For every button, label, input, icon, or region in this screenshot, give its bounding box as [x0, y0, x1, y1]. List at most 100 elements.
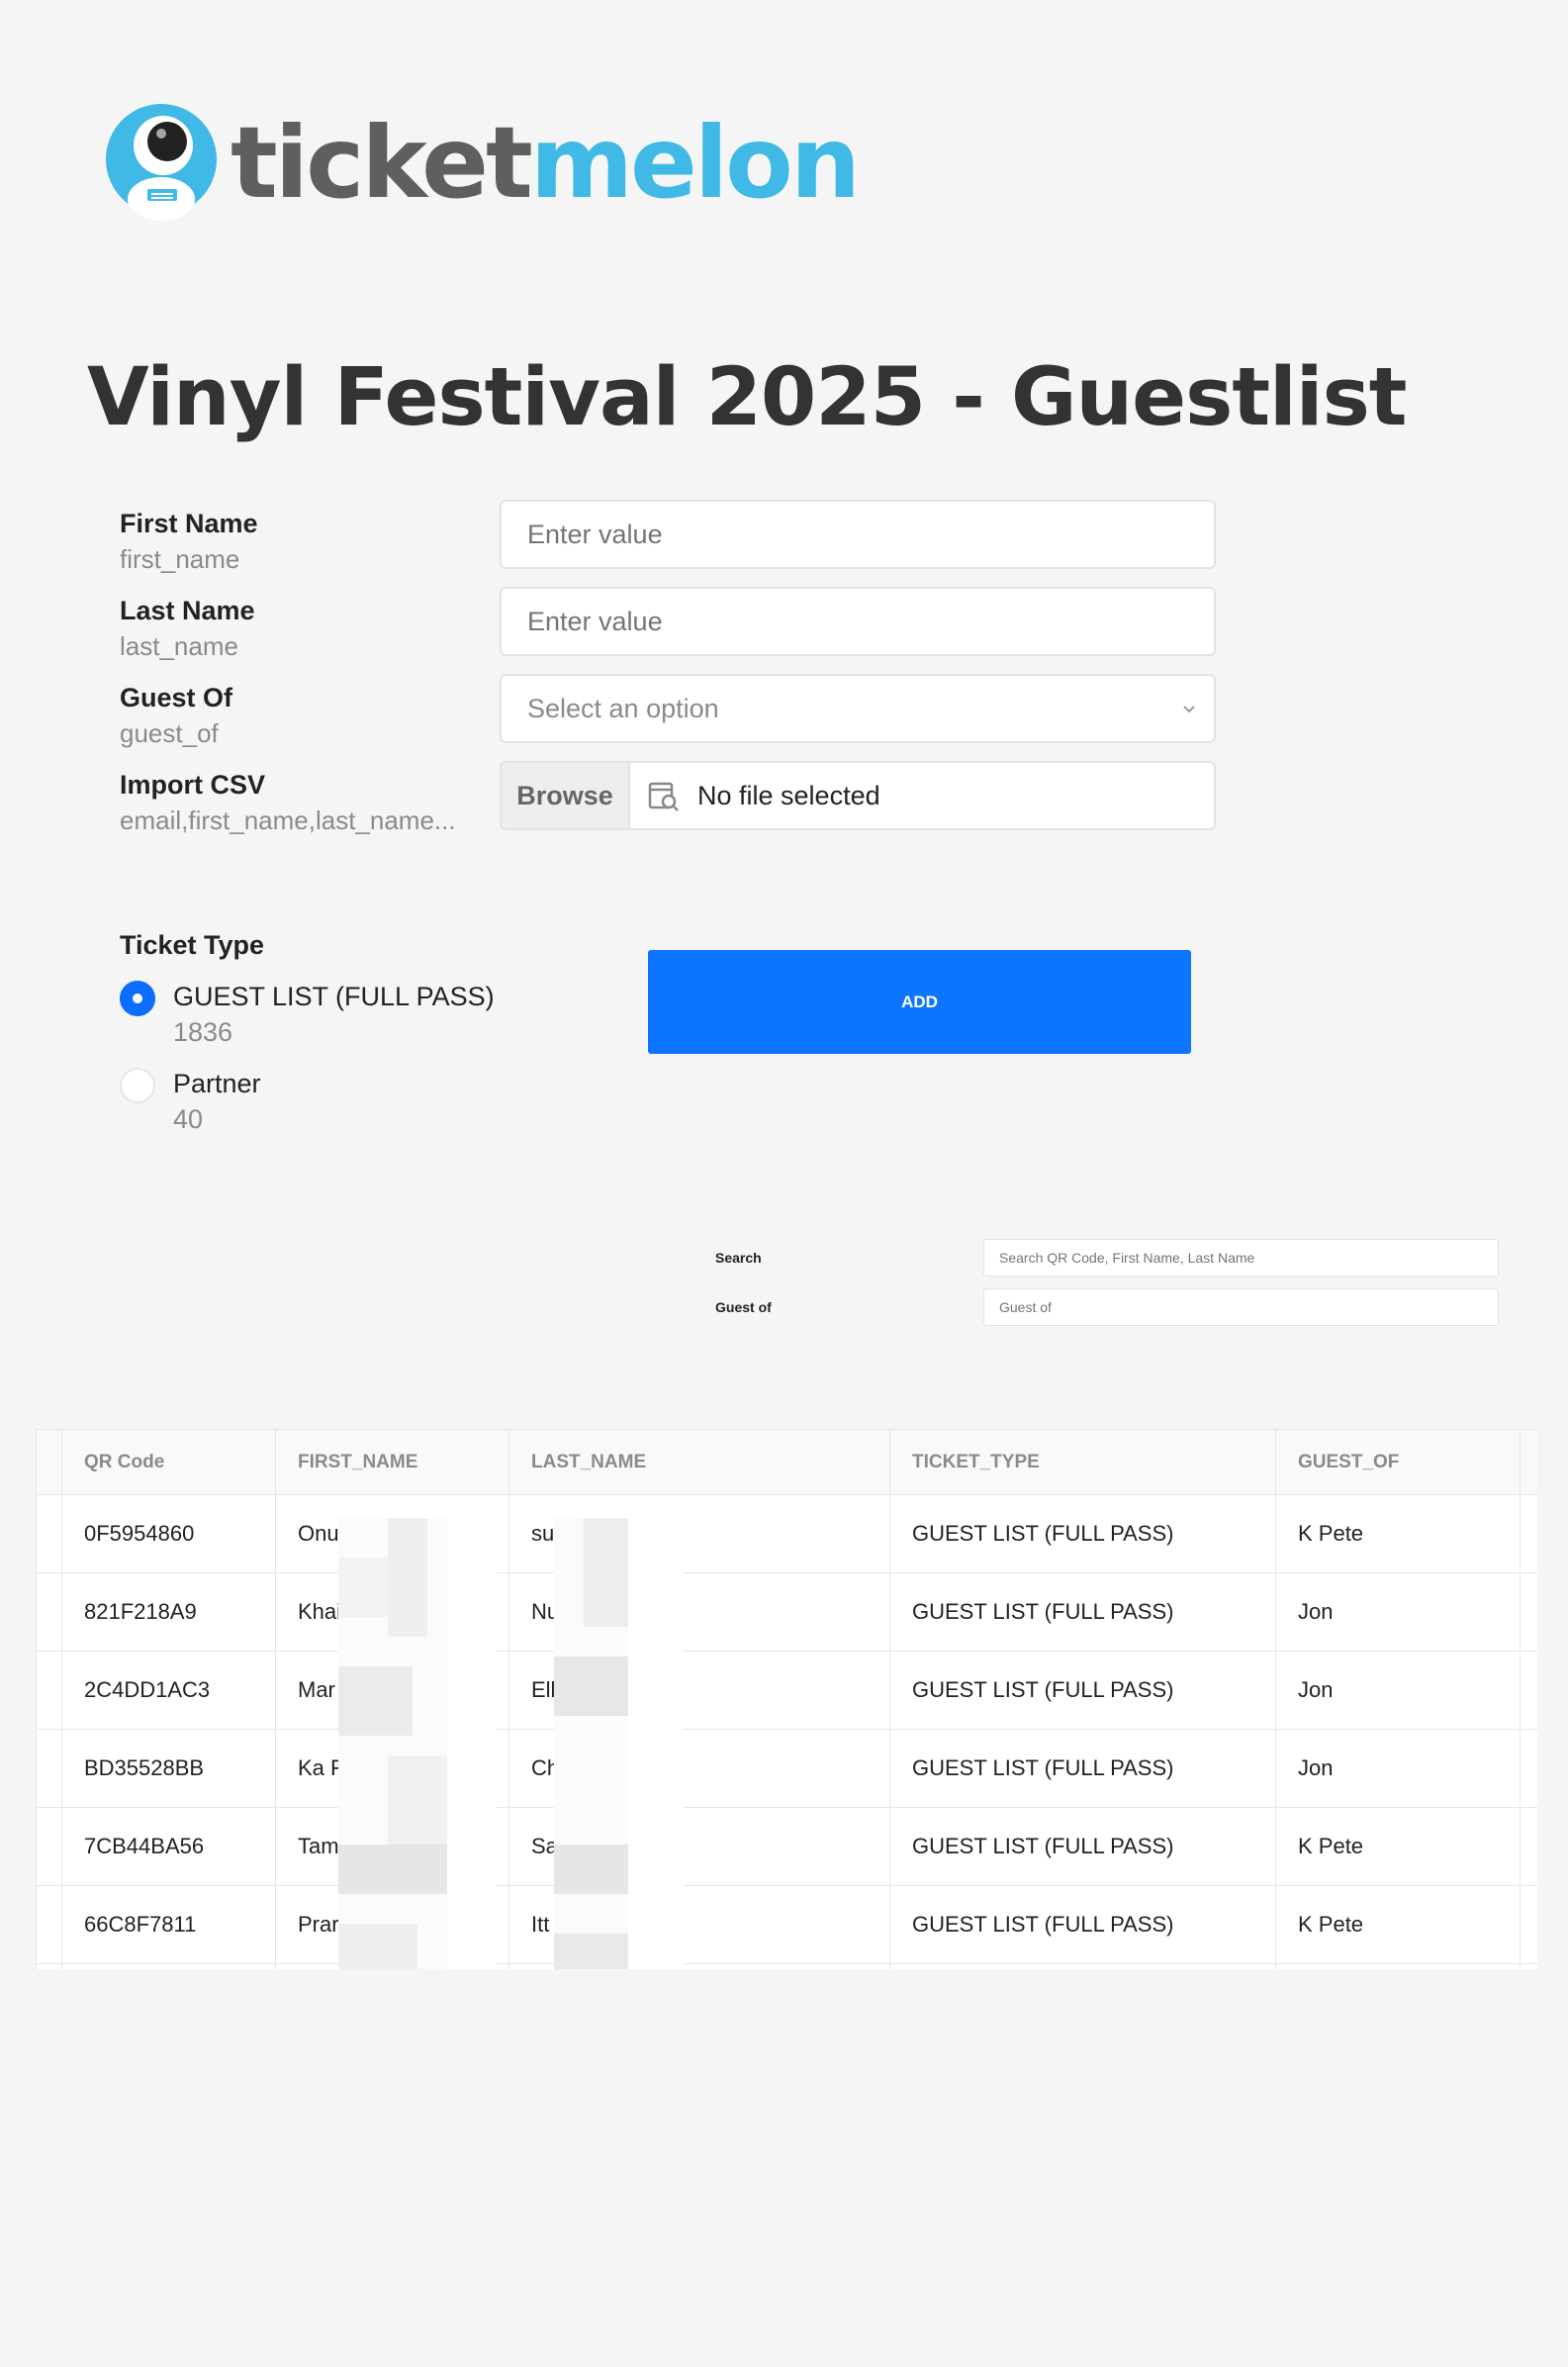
cell-ticket-type: GUEST LIST (FULL PASS) [889, 1885, 1276, 1964]
header-first-name[interactable]: FIRST_NAME [275, 1429, 509, 1495]
row-spacer [36, 1572, 62, 1652]
row-spacer [1520, 1807, 1537, 1886]
cell-empty [275, 1963, 509, 1969]
cell-last-name: Sa [508, 1807, 890, 1886]
logo-wordmark: ticketmelon [231, 105, 861, 221]
table-header-row: QR Code FIRST_NAME LAST_NAME TICKET_TYPE… [36, 1429, 1537, 1495]
cell-last-name: Ch [508, 1729, 890, 1808]
first-name-hint: first_name [120, 544, 240, 574]
guest-of-select-placeholder: Select an option [527, 694, 719, 723]
cell-ticket-type: GUEST LIST (FULL PASS) [889, 1572, 1276, 1652]
row-spacer [36, 1807, 62, 1886]
guest-of-hint: guest_of [120, 718, 219, 748]
guest-table: QR Code FIRST_NAME LAST_NAME TICKET_TYPE… [36, 1429, 1537, 1969]
guest-of-row: Guest Of guest_of Select an option [120, 674, 1216, 754]
cell-first-name: Tam [275, 1807, 509, 1886]
cell-empty [61, 1963, 276, 1969]
radio-guest-list[interactable] [120, 981, 155, 1016]
cell-guest-of: Jon [1275, 1729, 1521, 1808]
table-row[interactable]: 821F218A9 Khai Nu GUEST LIST (FULL PASS)… [36, 1572, 1537, 1652]
file-status-text: No file selected [697, 781, 880, 810]
cell-empty [889, 1963, 1276, 1969]
table-row[interactable]: 66C8F7811 Prar Itt GUEST LIST (FULL PASS… [36, 1885, 1537, 1964]
cell-last-name: su [508, 1494, 890, 1573]
header-spacer [1520, 1429, 1537, 1495]
table-row[interactable]: 2C4DD1AC3 Mar Ell GUEST LIST (FULL PASS)… [36, 1651, 1537, 1730]
header-qr-code[interactable]: QR Code [61, 1429, 276, 1495]
cell-ticket-type: GUEST LIST (FULL PASS) [889, 1729, 1276, 1808]
row-spacer [1520, 1963, 1537, 1969]
first-name-row: First Name first_name [120, 500, 1216, 580]
cell-guest-of: K Pete [1275, 1807, 1521, 1886]
cell-qr-code: 66C8F7811 [61, 1885, 276, 1964]
row-spacer [1520, 1572, 1537, 1652]
first-name-label: First Name [120, 509, 258, 538]
cell-qr-code: BD35528BB [61, 1729, 276, 1808]
cell-qr-code: 7CB44BA56 [61, 1807, 276, 1886]
row-spacer [1520, 1651, 1537, 1730]
ticket-option-count: 1836 [173, 1017, 233, 1047]
cell-guest-of: K Pete [1275, 1494, 1521, 1573]
add-button[interactable]: ADD [648, 950, 1191, 1054]
cell-empty [1275, 1963, 1521, 1969]
import-csv-row: Import CSV email,first_name,last_name...… [120, 761, 1216, 841]
table-row[interactable]: 0F5954860 Onu su GUEST LIST (FULL PASS) … [36, 1494, 1537, 1573]
chevron-down-icon [1183, 706, 1195, 713]
cell-last-name: Itt [508, 1885, 890, 1964]
astronaut-logo-icon [106, 104, 217, 221]
cell-guest-of: Jon [1275, 1651, 1521, 1730]
row-spacer [1520, 1494, 1537, 1573]
cell-first-name: Khai [275, 1572, 509, 1652]
row-spacer [36, 1494, 62, 1573]
cell-ticket-type: GUEST LIST (FULL PASS) [889, 1494, 1276, 1573]
table-row-partial [36, 1963, 1537, 1969]
header-guest-of[interactable]: GUEST_OF [1275, 1429, 1521, 1495]
cell-ticket-type: GUEST LIST (FULL PASS) [889, 1807, 1276, 1886]
cell-qr-code: 2C4DD1AC3 [61, 1651, 276, 1730]
cell-last-name: Nu [508, 1572, 890, 1652]
last-name-hint: last_name [120, 631, 238, 661]
ticket-option-label: GUEST LIST (FULL PASS) [173, 982, 495, 1011]
radio-partner[interactable] [120, 1068, 155, 1103]
guest-of-select[interactable]: Select an option [500, 674, 1216, 743]
ticket-option-count: 40 [173, 1104, 204, 1134]
header-last-name[interactable]: LAST_NAME [508, 1429, 890, 1495]
cell-guest-of: Jon [1275, 1572, 1521, 1652]
csv-file-input[interactable]: Browse No file selected [500, 761, 1216, 830]
last-name-input[interactable] [500, 587, 1216, 656]
guest-of-filter-input[interactable] [983, 1288, 1499, 1326]
cell-qr-code: 0F5954860 [61, 1494, 276, 1573]
guest-of-label: Guest Of [120, 683, 233, 712]
cell-first-name: Mar [275, 1651, 509, 1730]
header-spacer [36, 1429, 62, 1495]
search-input[interactable] [983, 1239, 1499, 1277]
cell-last-name: Ell [508, 1651, 890, 1730]
cell-qr-code: 821F218A9 [61, 1572, 276, 1652]
cell-guest-of: K Pete [1275, 1885, 1521, 1964]
last-name-label: Last Name [120, 596, 255, 625]
row-spacer [36, 1729, 62, 1808]
row-spacer [36, 1963, 62, 1969]
file-search-icon [648, 782, 679, 811]
ticket-type-label: Ticket Type [120, 930, 265, 960]
cell-empty [508, 1963, 890, 1969]
row-spacer [1520, 1885, 1537, 1964]
cell-first-name: Ka F [275, 1729, 509, 1808]
cell-first-name: Prar [275, 1885, 509, 1964]
ticket-option-label: Partner [173, 1069, 261, 1098]
guest-of-filter-label: Guest of [715, 1299, 772, 1315]
row-spacer [1520, 1729, 1537, 1808]
search-label: Search [715, 1250, 762, 1266]
ticketmelon-logo: ticketmelon [102, 104, 861, 223]
page-title: Vinyl Festival 2025 - Guestlist [87, 351, 1408, 444]
import-csv-label: Import CSV [120, 770, 266, 800]
guestlist-table: QR Code FIRST_NAME LAST_NAME TICKET_TYPE… [36, 1429, 1537, 1969]
table-row[interactable]: BD35528BB Ka F Ch GUEST LIST (FULL PASS)… [36, 1729, 1537, 1808]
import-csv-hint: email,first_name,last_name... [120, 805, 456, 835]
first-name-input[interactable] [500, 500, 1216, 569]
browse-button[interactable]: Browse [502, 763, 630, 828]
header-ticket-type[interactable]: TICKET_TYPE [889, 1429, 1276, 1495]
last-name-row: Last Name last_name [120, 587, 1216, 667]
table-row[interactable]: 7CB44BA56 Tam Sa GUEST LIST (FULL PASS) … [36, 1807, 1537, 1886]
row-spacer [36, 1885, 62, 1964]
